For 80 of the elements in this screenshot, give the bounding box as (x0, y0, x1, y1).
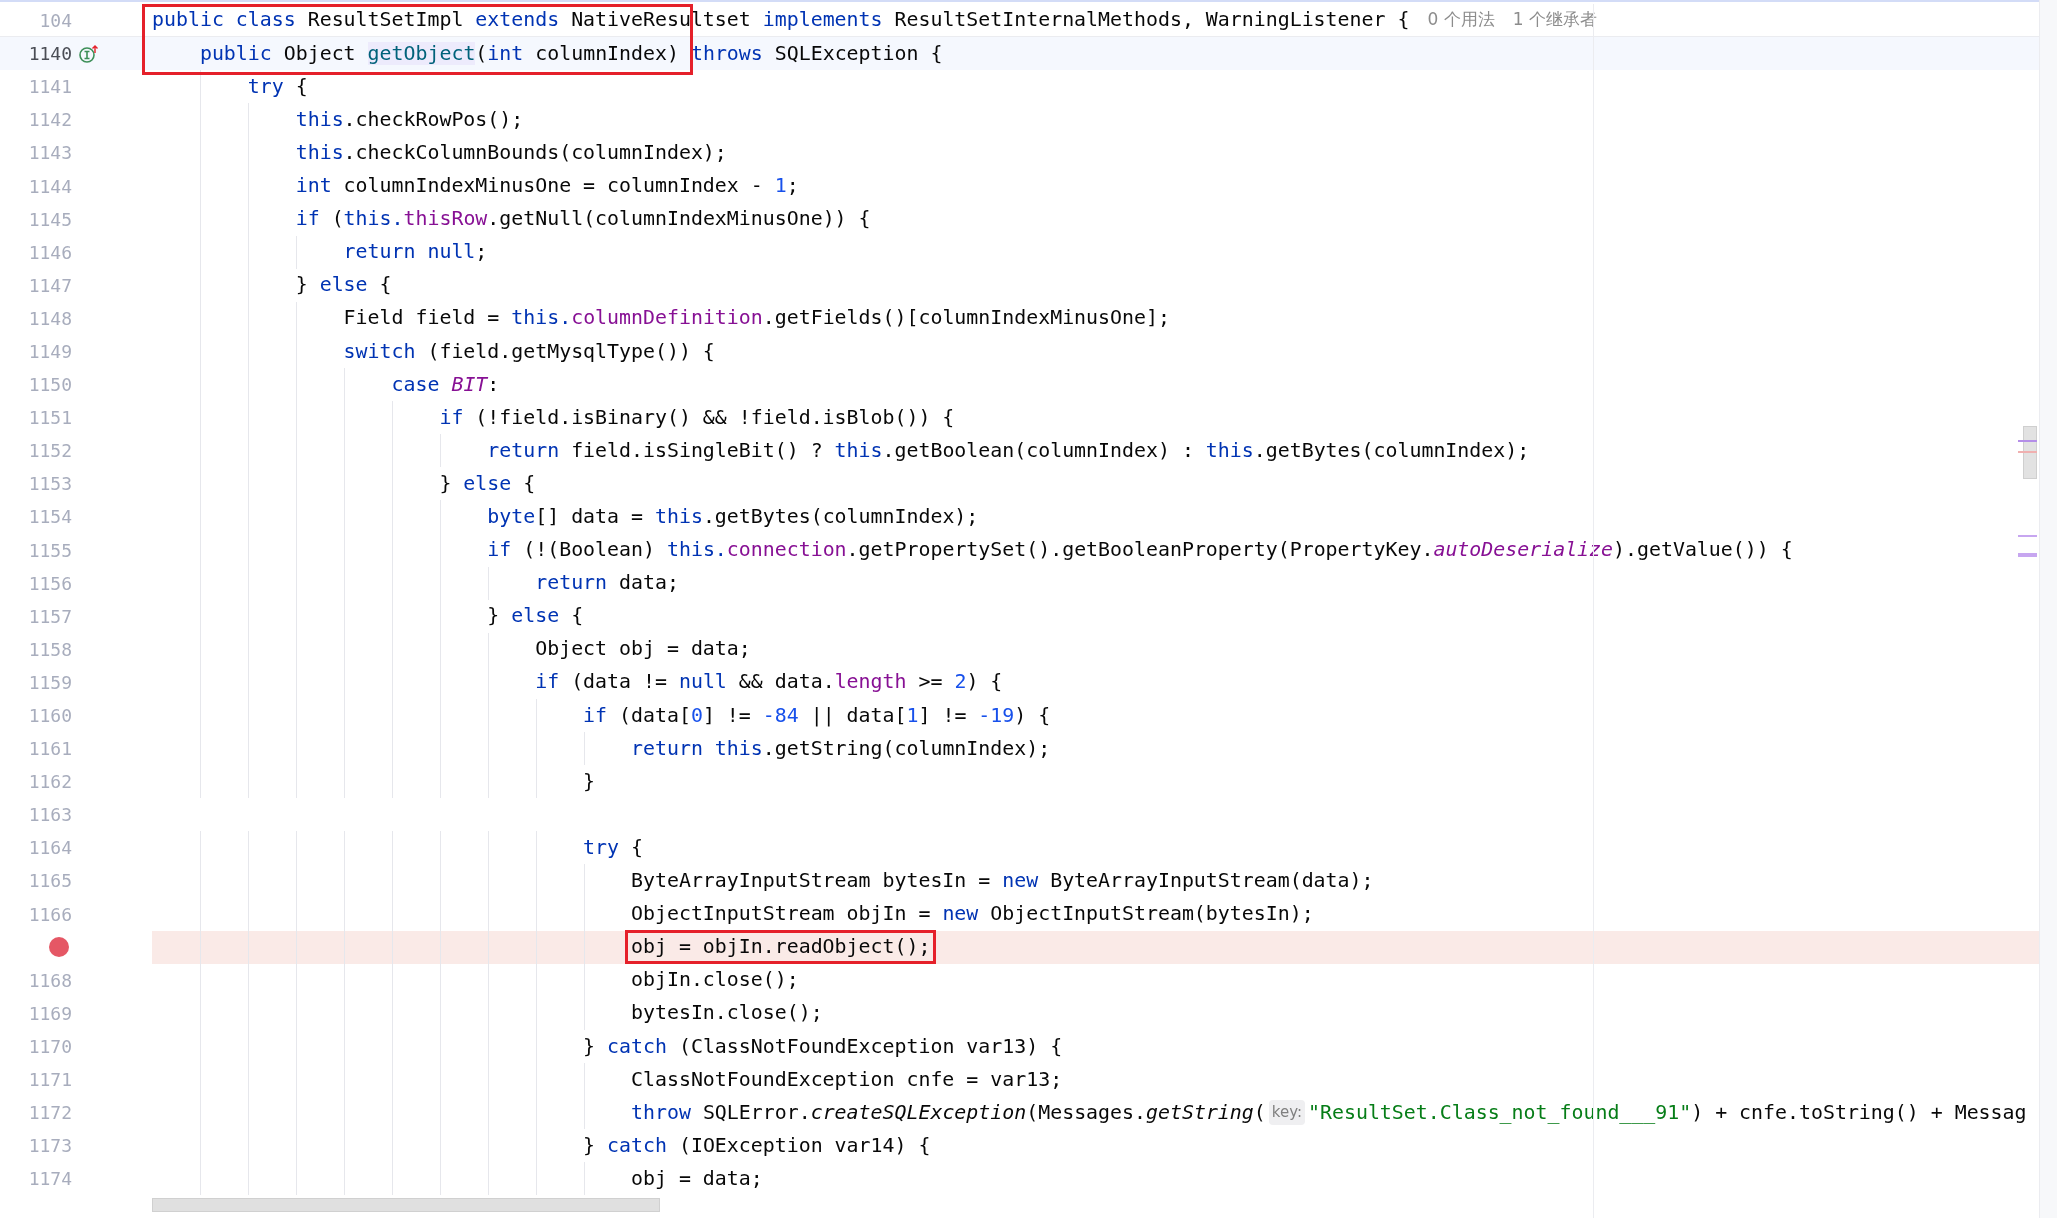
code-text: obj = objIn.readObject(); (625, 930, 937, 965)
line-number: 104 (39, 8, 72, 33)
code-text: ByteArrayInputStream bytesIn = new ByteArrayInputStream(data); (631, 868, 1374, 895)
line-number: 1141 (28, 75, 72, 100)
breakpoint-icon[interactable] (49, 937, 69, 958)
error-stripe-mark[interactable] (2018, 553, 2037, 557)
code-text: if (!field.isBinary() && !field.isBlob()) { (439, 404, 955, 431)
line-number: 1154 (28, 505, 72, 530)
code-text: return data; (535, 570, 679, 597)
code-text: this.checkColumnBounds(columnIndex); (295, 140, 727, 166)
code-text: throw SQLError.createSQLException(Messages.getString( (631, 1099, 1266, 1126)
line-number: 1159 (28, 670, 72, 695)
line-number: 1149 (28, 340, 72, 364)
line-number: 1172 (28, 1101, 72, 1126)
code-text: if (this.thisRow.getNull(columnIndexMinusOne)) { (295, 206, 871, 233)
code-text: case BIT: (391, 371, 500, 398)
line-number: 1153 (28, 472, 72, 497)
line-number: 1170 (28, 1034, 72, 1059)
line-number: 1158 (28, 637, 72, 662)
line-number: 1145 (28, 207, 72, 232)
line-number: 1165 (28, 869, 72, 894)
line-number: 1150 (28, 373, 72, 398)
code-text: return null; (343, 239, 488, 266)
line-number: 1166 (28, 902, 72, 927)
line-number: 1164 (28, 836, 72, 861)
line-number: 1163 (28, 803, 72, 828)
scrollbar-thumb[interactable] (2023, 426, 2037, 479)
code-text: try { (247, 73, 308, 100)
error-stripe-mark[interactable] (2018, 451, 2037, 453)
line-number: 1160 (28, 704, 72, 728)
code-text: if (data[0] != -84 || data[1] != -19) { (583, 702, 1051, 729)
line-number: 1146 (28, 240, 72, 265)
line-number: 1168 (28, 968, 72, 993)
code-text: Field field = this.columnDefinition.getFields()[columnIndexMinusOne]; (343, 305, 1170, 332)
parameter-hint: key: (1268, 1100, 1305, 1125)
line-number: 1171 (28, 1068, 72, 1093)
code-text: ObjectInputStream objIn = new ObjectInputStream(bytesIn); (631, 901, 1314, 928)
line-number: 1162 (28, 770, 72, 795)
line-number: 1161 (28, 737, 72, 762)
code-text: } catch (IOException var14) { (583, 1132, 931, 1159)
code-text: Object obj = data; (535, 636, 751, 663)
code-text: public Object getObject(int columnIndex) throws SQLException { (199, 40, 943, 67)
code-text: } else { (295, 272, 392, 299)
code-text: return field.isSingleBit() ? this.getBoolean(columnIndex) : this.getBytes(columnIndex); (487, 437, 1530, 464)
code-text: this.checkRowPos(); (295, 106, 524, 133)
line-number: 1151 (28, 406, 72, 431)
code-text: "ResultSet.Class_not_found___91") + cnfe.toString() + Messag (1308, 1099, 2027, 1126)
line-number: 1142 (28, 108, 72, 133)
line-number: 1147 (28, 273, 72, 298)
code-text: } catch (ClassNotFoundException var13) { (583, 1033, 1063, 1060)
code-text: if (data != null && data.length >= 2) { (535, 669, 1003, 696)
line-number: 1155 (28, 538, 72, 563)
line-number: 1156 (28, 571, 72, 596)
code-text: byte[] data = this.getBytes(columnIndex); (487, 504, 979, 530)
code-text: int columnIndexMinusOne = columnIndex - 1; (295, 173, 799, 200)
usage-link[interactable]: 0 个用法 (1427, 7, 1495, 33)
line-number: 1169 (28, 1001, 72, 1026)
code-text: } (583, 768, 596, 795)
code-text: ClassNotFoundException cnfe = var13; (631, 1066, 1063, 1093)
code-text: obj = data; (631, 1165, 763, 1192)
code-text: switch (field.getMysqlType()) { (343, 338, 715, 365)
line-number: 1143 (28, 141, 72, 166)
error-stripe-mark[interactable] (2018, 535, 2037, 537)
code-text: bytesIn.close(); (631, 1000, 823, 1027)
line-number: 1148 (28, 306, 72, 331)
line-number: 1144 (28, 174, 72, 199)
line-number: 1140 (28, 42, 72, 67)
code-text: try { (583, 834, 643, 861)
code-text: } else { (439, 470, 536, 497)
code-text: } else { (487, 603, 584, 630)
code-text: return this.getString(columnIndex); (631, 735, 1051, 762)
line-number: 1157 (28, 604, 72, 629)
code-text: if (!(Boolean) this.connection.getPropertySet().getBooleanProperty(PropertyKey.autoDeserialize).getValue()) { (487, 537, 1793, 564)
implementing-method-icon[interactable] (78, 43, 100, 64)
code-text: objIn.close(); (631, 967, 799, 994)
line-number: 1173 (28, 1134, 72, 1159)
horizontal-scrollbar-thumb[interactable] (152, 1198, 660, 1212)
error-stripe-mark[interactable] (2018, 440, 2037, 442)
line-number: 1174 (28, 1167, 72, 1192)
line-number: 1152 (28, 439, 72, 464)
